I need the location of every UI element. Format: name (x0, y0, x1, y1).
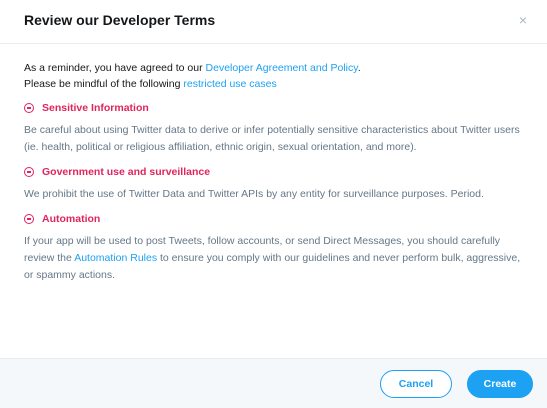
developer-agreement-link[interactable]: Developer Agreement and Policy (206, 62, 358, 74)
dialog-title: Review our Developer Terms (24, 12, 216, 28)
minus-circle-icon (24, 103, 34, 113)
section-text: We prohibit the use of Twitter Data and … (24, 188, 484, 200)
restricted-use-cases-link[interactable]: restricted use cases (183, 78, 276, 90)
dialog-footer: Cancel Create (0, 358, 547, 408)
minus-circle-icon (24, 214, 34, 224)
automation-rules-link[interactable]: Automation Rules (74, 252, 157, 264)
close-icon[interactable]: × (513, 10, 533, 30)
section-text: Be careful about using Twitter data to d… (24, 124, 520, 153)
dialog-body: As a reminder, you have agreed to our De… (24, 60, 526, 284)
create-button[interactable]: Create (467, 370, 533, 398)
section-government-use: Government use and surveillance We prohi… (24, 164, 526, 203)
intro-line2-prefix: Please be mindful of the following (24, 78, 184, 90)
section-text: If your app will be used to post Tweets,… (24, 233, 526, 284)
minus-circle-icon (24, 167, 34, 177)
cancel-button[interactable]: Cancel (380, 370, 452, 398)
intro-text: As a reminder, you have agreed to our De… (24, 60, 526, 92)
section-heading: Government use and surveillance (42, 166, 211, 178)
section-sensitive-information: Sensitive Information Be careful about u… (24, 100, 526, 156)
developer-terms-dialog: Review our Developer Terms × As a remind… (0, 0, 547, 408)
dialog-header: Review our Developer Terms × (0, 0, 547, 44)
intro-line1-suffix: . (357, 62, 361, 74)
intro-line1-prefix: As a reminder, you have agreed to our (24, 62, 206, 74)
section-heading: Automation (42, 213, 101, 225)
section-automation: Automation If your app will be used to p… (24, 211, 526, 284)
section-heading: Sensitive Information (42, 102, 149, 114)
